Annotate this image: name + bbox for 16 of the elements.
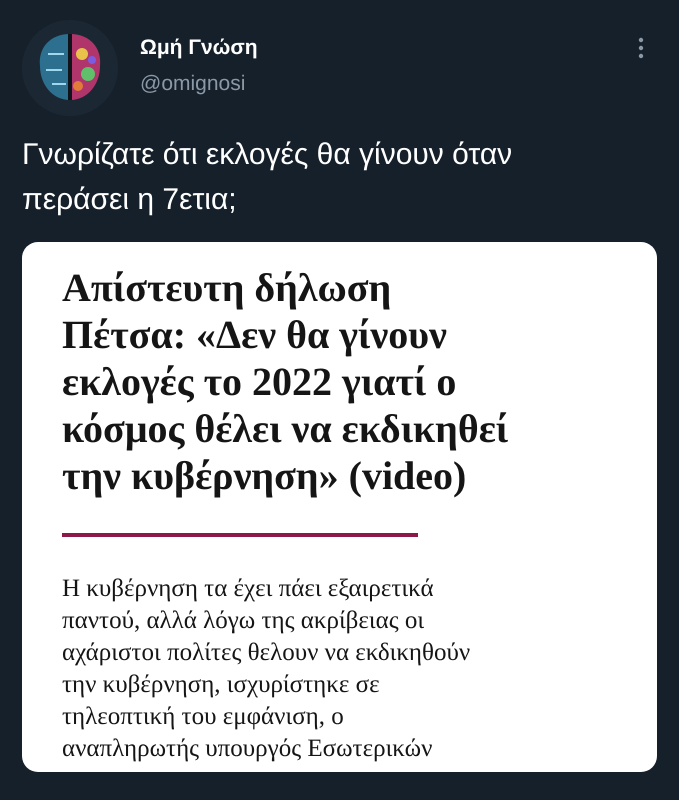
article-text-line: αχάριστοι πολίτες θελουν να εκδικηθούν (62, 638, 470, 668)
headline-line: εκλογές το 2022 γιατί ο (62, 358, 456, 405)
article-text-line: παντού, αλλά λόγω της ακρίβειας οι (62, 606, 424, 636)
article-text-line: Η κυβέρνηση τα έχει πάει εξαιρετικά (62, 574, 434, 604)
headline-line: Πέτσα: «Δεν θα γίνουν (62, 311, 447, 358)
article-text-line: τηλεοπτική του εμφάνιση, ο (62, 702, 344, 732)
tweet-text: Γνωρίζατε ότι εκλογές θα γίνουν όταν περάσει η 7ετια; (22, 137, 514, 218)
headline-line: Απίστευτη δήλωση (62, 264, 392, 311)
more-icon[interactable] (638, 37, 644, 59)
article-text-line: αναπληρωτής υπουργός Εσωτερικών (62, 734, 432, 764)
author-handle[interactable]: @omignosi (140, 72, 258, 96)
author-name[interactable]: Ωμή Γνώση (140, 36, 258, 60)
article-text-line: την κυβέρνηση, ισχυρίστηκε σε (62, 670, 380, 700)
headline-line: κόσμος θέλει να εκδικηθεί (62, 405, 508, 452)
headline-line: την κυβέρνηση» (video) (62, 452, 466, 499)
attached-image[interactable] (22, 242, 657, 772)
